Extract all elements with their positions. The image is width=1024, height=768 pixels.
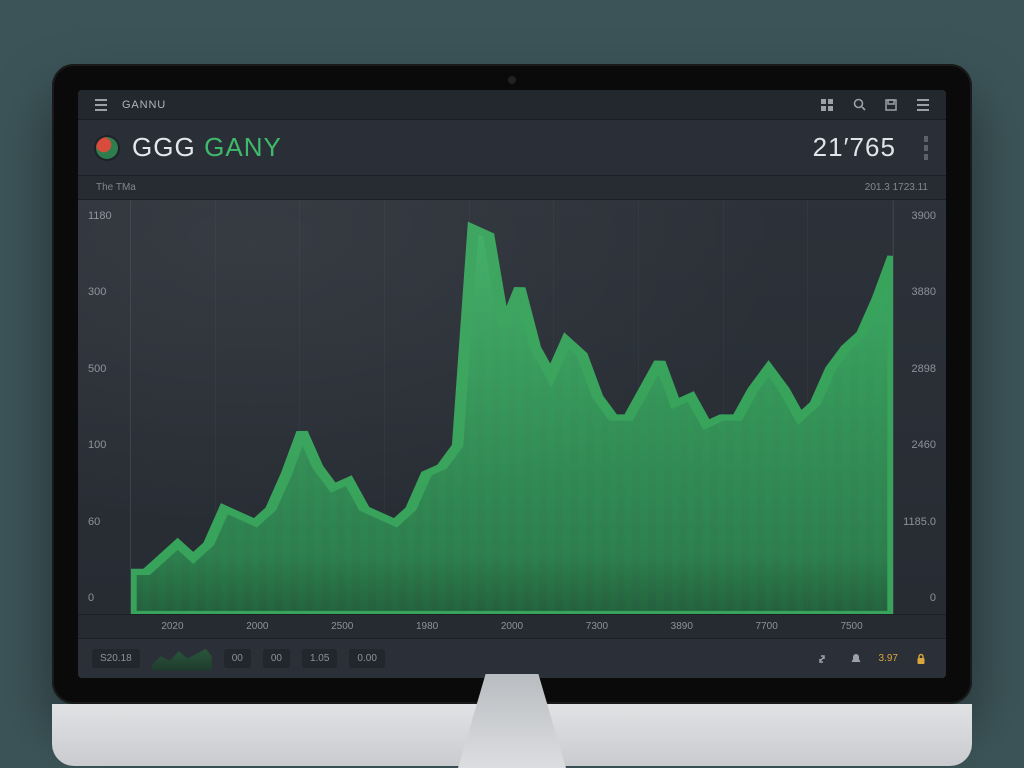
menu2-icon[interactable] — [912, 94, 934, 116]
chart-area[interactable]: 1180 300 500 100 60 0 — [78, 200, 946, 614]
tick-chip[interactable]: 00 — [263, 649, 290, 668]
x-tick: 2020 — [130, 621, 215, 632]
webcam-dot — [508, 76, 516, 84]
monitor-frame: GANNU GGG GANY 21′765 — [52, 64, 972, 704]
subheader-right: 201.3 1723.11 — [865, 182, 928, 193]
x-tick: 1980 — [385, 621, 470, 632]
y-left-tick: 0 — [88, 592, 124, 604]
x-tick: 7500 — [809, 621, 894, 632]
brand-label: GANNU — [122, 99, 166, 111]
y-left-tick: 1180 — [88, 210, 124, 222]
sparkline-icon[interactable] — [152, 647, 212, 671]
price-ladder-icon — [924, 136, 928, 160]
x-tick: 3890 — [639, 621, 724, 632]
x-tick: 2000 — [470, 621, 555, 632]
window-topbar: GANNU — [78, 90, 946, 120]
bottom-toolbar: S20.18 00 00 1.05 0.00 3.97 — [78, 638, 946, 678]
status-code[interactable]: S20.18 — [92, 649, 140, 668]
y-left-tick: 500 — [88, 363, 124, 375]
area-chart-svg — [131, 200, 893, 614]
x-tick: 7700 — [724, 621, 809, 632]
x-tick: 7300 — [554, 621, 639, 632]
ticker-header: GGG GANY 21′765 — [78, 120, 946, 176]
search-icon[interactable] — [848, 94, 870, 116]
chart-plot[interactable] — [130, 200, 894, 614]
tick-chip[interactable]: 1.05 — [302, 649, 337, 668]
bell-icon[interactable] — [845, 648, 867, 670]
menu-icon[interactable] — [90, 94, 112, 116]
y-right-tick: 0 — [900, 592, 936, 604]
tick-chip[interactable]: 0.00 — [349, 649, 384, 668]
y-right-tick: 3900 — [900, 210, 936, 222]
subheader-left: The TMa — [96, 182, 136, 193]
x-axis: 2020 2000 2500 1980 2000 7300 3890 7700 … — [78, 614, 946, 638]
tick-chip[interactable]: 00 — [224, 649, 251, 668]
x-tick: 2500 — [300, 621, 385, 632]
save-icon[interactable] — [880, 94, 902, 116]
y-axis-right: 3900 3880 2898 2460 1185.0 0 — [894, 200, 946, 614]
y-right-tick: 2898 — [900, 363, 936, 375]
y-right-tick: 1185.0 — [900, 516, 936, 528]
ticker-logo-icon — [96, 137, 118, 159]
ticker-price: 21′765 — [813, 132, 896, 163]
lock-icon[interactable] — [910, 648, 932, 670]
ticker-symbol[interactable]: GGG GANY — [132, 132, 282, 163]
y-left-tick: 60 — [88, 516, 124, 528]
y-axis-left: 1180 300 500 100 60 0 — [78, 200, 130, 614]
ticker-symbol-main: GGG — [132, 132, 196, 162]
app-screen: GANNU GGG GANY 21′765 — [78, 90, 946, 678]
ticker-symbol-sub: GANY — [204, 132, 282, 162]
grid-icon[interactable] — [816, 94, 838, 116]
x-tick: 2000 — [215, 621, 300, 632]
y-right-tick: 2460 — [900, 439, 936, 451]
bottom-value: 3.97 — [879, 653, 898, 664]
chart-subheader: The TMa 201.3 1723.11 — [78, 176, 946, 200]
y-left-tick: 100 — [88, 439, 124, 451]
y-left-tick: 300 — [88, 286, 124, 298]
chart-series-path — [131, 228, 893, 614]
y-right-tick: 3880 — [900, 286, 936, 298]
link-icon[interactable] — [811, 648, 833, 670]
